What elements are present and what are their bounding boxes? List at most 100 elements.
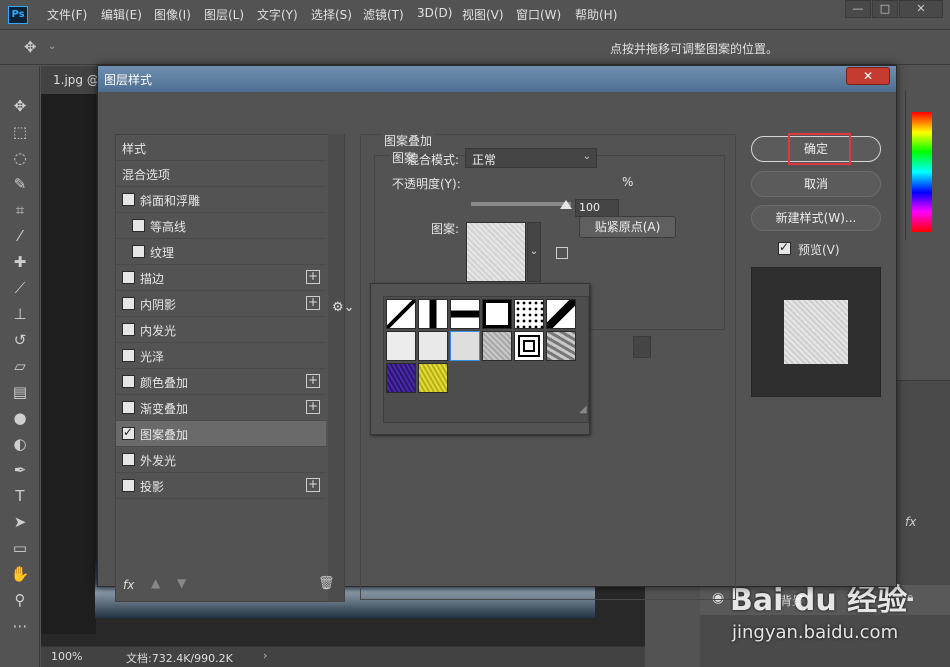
chevron-down-icon[interactable]: ⌄ bbox=[48, 41, 56, 52]
menu-type[interactable]: 文字(Y) bbox=[257, 6, 298, 23]
dot-pattern[interactable] bbox=[514, 299, 544, 329]
paper-pattern-3-selected[interactable] bbox=[450, 331, 480, 361]
menu-layer[interactable]: 图层(L) bbox=[204, 6, 244, 23]
shape-tool-icon[interactable]: ▭ bbox=[10, 538, 30, 558]
brush-tool-icon[interactable]: ⟋ bbox=[10, 278, 30, 298]
preview-checkbox[interactable]: ✓ bbox=[778, 240, 791, 255]
style-checkbox[interactable] bbox=[132, 219, 145, 232]
type-tool-icon[interactable]: T bbox=[10, 486, 30, 506]
style-checkbox[interactable] bbox=[122, 271, 135, 284]
style-item[interactable]: 颜色叠加 + bbox=[116, 369, 326, 395]
zoom-level[interactable]: 100% bbox=[51, 650, 82, 663]
menu-edit[interactable]: 编辑(E) bbox=[101, 6, 142, 23]
more-tools-icon[interactable]: ⋯ bbox=[10, 616, 30, 636]
minimize-button[interactable]: — bbox=[845, 0, 871, 18]
opacity-slider-thumb[interactable] bbox=[560, 200, 572, 209]
healing-brush-icon[interactable]: ✚ bbox=[10, 252, 30, 272]
style-item[interactable]: 内发光 bbox=[116, 317, 326, 343]
pen-tool-icon[interactable]: ✒ bbox=[10, 460, 30, 480]
menu-filter[interactable]: 滤镜(T) bbox=[363, 6, 404, 23]
zoom-tool-icon[interactable]: ⚲ bbox=[10, 590, 30, 610]
diagonal-line-pattern[interactable] bbox=[386, 299, 416, 329]
blend-mode-select[interactable]: 正常 ⌄ bbox=[465, 148, 597, 168]
style-checkbox[interactable] bbox=[132, 245, 145, 258]
camo-pattern[interactable] bbox=[546, 331, 576, 361]
fx-icon[interactable]: fx bbox=[905, 515, 916, 529]
concentric-square-pattern[interactable] bbox=[514, 331, 544, 361]
menu-view[interactable]: 视图(V) bbox=[462, 6, 504, 23]
style-checkbox[interactable] bbox=[122, 349, 135, 362]
menu-window[interactable]: 窗口(W) bbox=[516, 6, 561, 23]
hand-tool-icon[interactable]: ✋ bbox=[10, 564, 30, 584]
maximize-button[interactable]: □ bbox=[872, 0, 898, 18]
hidden-control[interactable] bbox=[633, 336, 651, 358]
noise-pattern[interactable] bbox=[482, 331, 512, 361]
marquee-tool-icon[interactable]: ⬚ bbox=[10, 122, 30, 142]
menu-help[interactable]: 帮助(H) bbox=[575, 6, 617, 23]
cancel-button[interactable]: 取消 bbox=[751, 171, 881, 197]
style-item[interactable]: 样式 bbox=[116, 135, 326, 161]
style-item[interactable]: 外发光 bbox=[116, 447, 326, 473]
opacity-slider[interactable] bbox=[471, 202, 571, 206]
style-item[interactable]: 混合选项 bbox=[116, 161, 326, 187]
stamp-tool-icon[interactable]: ⊥ bbox=[10, 304, 30, 324]
stair-pattern[interactable] bbox=[546, 299, 576, 329]
style-checkbox[interactable] bbox=[122, 425, 135, 440]
menu-file[interactable]: 文件(F) bbox=[47, 6, 87, 23]
paper-pattern-1[interactable] bbox=[386, 331, 416, 361]
style-checkbox[interactable] bbox=[122, 375, 135, 388]
black-border-pattern[interactable] bbox=[482, 299, 512, 329]
close-window-button[interactable]: ✕ bbox=[899, 0, 943, 18]
move-up-icon[interactable]: ▲ bbox=[151, 576, 160, 590]
gear-icon[interactable]: ⚙︎⌄ bbox=[332, 300, 355, 315]
dialog-titlebar[interactable]: 图层样式 ✕ bbox=[98, 66, 896, 92]
style-item[interactable]: 纹理 bbox=[116, 239, 326, 265]
move-tool-icon[interactable]: ✥ bbox=[24, 38, 37, 56]
trash-icon[interactable]: 🗑︎ bbox=[318, 576, 335, 591]
dodge-tool-icon[interactable]: ◐ bbox=[10, 434, 30, 454]
vertical-bar-pattern[interactable] bbox=[418, 299, 448, 329]
blur-tool-icon[interactable]: ● bbox=[10, 408, 30, 428]
add-style-icon[interactable]: + bbox=[306, 270, 320, 284]
style-item[interactable]: 斜面和浮雕 bbox=[116, 187, 326, 213]
new-preset-icon[interactable] bbox=[556, 247, 568, 259]
paper-pattern-2[interactable] bbox=[418, 331, 448, 361]
style-item[interactable]: 渐变叠加 + bbox=[116, 395, 326, 421]
history-brush-icon[interactable]: ↺ bbox=[10, 330, 30, 350]
style-item[interactable]: 光泽 bbox=[116, 343, 326, 369]
lasso-tool-icon[interactable]: ◌ bbox=[10, 148, 30, 168]
hue-slider[interactable] bbox=[912, 112, 932, 232]
eraser-tool-icon[interactable]: ▱ bbox=[10, 356, 30, 376]
move-down-icon[interactable]: ▼ bbox=[177, 576, 186, 590]
crop-tool-icon[interactable]: ⌗ bbox=[10, 200, 30, 220]
move-tool-icon[interactable]: ✥ bbox=[10, 96, 30, 116]
chevron-right-icon[interactable]: › bbox=[263, 649, 267, 662]
style-checkbox[interactable] bbox=[122, 453, 135, 466]
style-checkbox[interactable] bbox=[122, 193, 135, 206]
add-style-icon[interactable]: + bbox=[306, 400, 320, 414]
quick-select-icon[interactable]: ✎ bbox=[10, 174, 30, 194]
menu-3d[interactable]: 3D(D) bbox=[417, 6, 452, 20]
resize-grip-icon[interactable]: ◢ bbox=[579, 404, 587, 415]
new-style-button[interactable]: 新建样式(W)... bbox=[751, 205, 881, 231]
eyedropper-icon[interactable]: ⁄ bbox=[10, 226, 30, 246]
add-style-icon[interactable]: + bbox=[306, 374, 320, 388]
add-style-icon[interactable]: + bbox=[306, 478, 320, 492]
path-select-icon[interactable]: ➤ bbox=[10, 512, 30, 532]
style-item[interactable]: 投影 + bbox=[116, 473, 326, 499]
menu-image[interactable]: 图像(I) bbox=[154, 6, 191, 23]
style-checkbox[interactable] bbox=[122, 323, 135, 336]
style-item[interactable]: 图案叠加 bbox=[116, 421, 326, 447]
document-tab[interactable]: 1.jpg @ bbox=[41, 66, 103, 94]
style-item[interactable]: 描边 + bbox=[116, 265, 326, 291]
purple-pattern[interactable] bbox=[386, 363, 416, 393]
fx-icon[interactable]: fx bbox=[123, 578, 134, 592]
style-item[interactable]: 内阴影 + bbox=[116, 291, 326, 317]
opacity-input[interactable]: 100 bbox=[575, 199, 619, 217]
style-item[interactable]: 等高线 bbox=[116, 213, 326, 239]
gradient-tool-icon[interactable]: ▤ bbox=[10, 382, 30, 402]
yellow-pattern[interactable] bbox=[418, 363, 448, 393]
snap-to-origin-button[interactable]: 贴紧原点(A) bbox=[579, 216, 676, 238]
horizontal-bar-pattern[interactable] bbox=[450, 299, 480, 329]
dialog-close-button[interactable]: ✕ bbox=[846, 67, 890, 85]
